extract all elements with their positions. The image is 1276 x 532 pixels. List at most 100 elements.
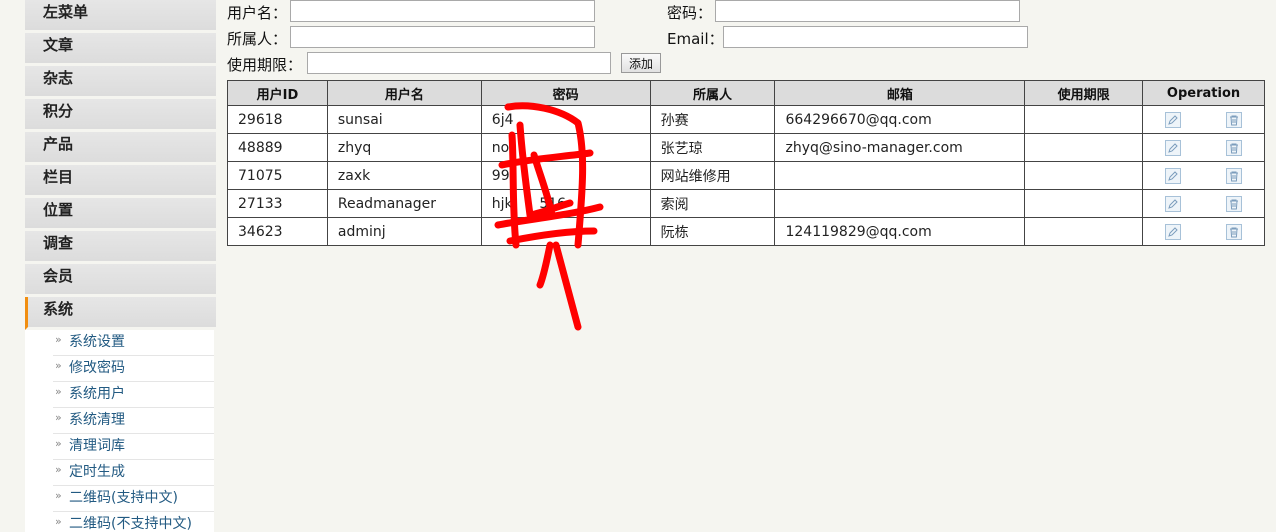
- menu-item-points[interactable]: 积分: [25, 99, 216, 132]
- cell-owner: 网站维修用: [649, 161, 776, 190]
- menu-item-articles[interactable]: 文章: [25, 33, 216, 66]
- cell-password: no: [480, 133, 651, 162]
- trash-icon[interactable]: [1225, 139, 1242, 156]
- edit-icon[interactable]: [1165, 223, 1182, 240]
- trash-icon[interactable]: [1225, 167, 1242, 184]
- system-submenu: » 系统设置 » 修改密码 » 系统用户 » 系统清理 » 清理词库 » 定时生成 » 二维码…: [25, 330, 214, 532]
- submenu-label: 二维码(支持中文): [69, 490, 178, 506]
- submenu-label: 定时生成: [69, 464, 125, 480]
- cell-user-id: 48889: [227, 133, 328, 162]
- submenu-qrcode-chinese[interactable]: » 二维码(支持中文): [53, 486, 214, 512]
- submenu-label: 系统设置: [69, 334, 125, 350]
- bullet-icon: »: [55, 515, 62, 528]
- col-header-user-id[interactable]: 用户ID: [227, 80, 328, 106]
- username-label: 用户名：: [227, 4, 288, 22]
- cell-username: Readmanager: [326, 189, 482, 218]
- menu-item-system[interactable]: 系统: [25, 297, 216, 330]
- cell-user-id: 27133: [227, 189, 328, 218]
- col-header-owner[interactable]: 所属人: [649, 80, 776, 106]
- cell-user-id: 71075: [227, 161, 328, 190]
- cell-user-id: 34623: [227, 217, 328, 246]
- submenu-change-password[interactable]: » 修改密码: [53, 356, 214, 382]
- edit-icon[interactable]: [1165, 167, 1182, 184]
- cell-operation: [1142, 105, 1265, 134]
- col-header-username[interactable]: 用户名: [326, 80, 482, 106]
- submenu-system-cleanup[interactable]: » 系统清理: [53, 408, 214, 434]
- table-row: 34623 adminj 阮栋 124119829@qq.com: [227, 217, 1265, 246]
- col-header-email[interactable]: 邮箱: [774, 80, 1026, 106]
- username-input[interactable]: [290, 0, 595, 22]
- cell-username: sunsai: [326, 105, 482, 134]
- table-row: 71075 zaxk 99 网站维修用: [227, 161, 1265, 190]
- bullet-icon: »: [55, 411, 62, 424]
- trash-icon[interactable]: [1225, 195, 1242, 212]
- menu-item-positions[interactable]: 位置: [25, 198, 216, 231]
- submenu-scheduled-generation[interactable]: » 定时生成: [53, 460, 214, 486]
- add-button[interactable]: 添加: [621, 53, 661, 73]
- bullet-icon: »: [55, 333, 62, 346]
- col-header-period[interactable]: 使用期限: [1024, 80, 1144, 106]
- bullet-icon: »: [55, 359, 62, 372]
- cell-username: zhyq: [326, 133, 482, 162]
- users-table: 用户ID 用户名 密码 所属人 邮箱 使用期限 Operation 29618 …: [227, 80, 1265, 246]
- cell-period: [1024, 189, 1144, 218]
- col-header-password[interactable]: 密码: [480, 80, 651, 106]
- cell-email: [774, 189, 1026, 218]
- cell-email: 664296670@qq.com: [774, 105, 1026, 134]
- owner-input[interactable]: [290, 26, 595, 48]
- cell-password: 99: [480, 161, 651, 190]
- period-input[interactable]: [307, 52, 611, 74]
- table-row: 27133 Readmanager hjk 516 索阅: [227, 189, 1265, 218]
- password-input[interactable]: [715, 0, 1020, 22]
- cell-operation: [1142, 217, 1265, 246]
- cell-email: [774, 161, 1026, 190]
- submenu-label: 系统清理: [69, 412, 125, 428]
- period-label: 使用期限：: [227, 56, 303, 74]
- cell-operation: [1142, 161, 1265, 190]
- menu-item-left-menu[interactable]: 左菜单: [25, 0, 216, 33]
- edit-icon[interactable]: [1165, 139, 1182, 156]
- table-row: 48889 zhyq no 张艺琼 zhyq@sino-manager.com: [227, 133, 1265, 162]
- edit-icon[interactable]: [1165, 195, 1182, 212]
- menu-item-members[interactable]: 会员: [25, 264, 216, 297]
- bullet-icon: »: [55, 489, 62, 502]
- cell-password: [480, 217, 651, 246]
- menu-item-surveys[interactable]: 调查: [25, 231, 216, 264]
- email-label: Email：: [667, 30, 724, 48]
- cell-operation: [1142, 133, 1265, 162]
- add-user-form: 用户名： 密码： 所属人： Email： 使用期限： 添加: [227, 0, 1267, 78]
- cell-period: [1024, 217, 1144, 246]
- menu-item-products[interactable]: 产品: [25, 132, 216, 165]
- cell-password: 6j4: [480, 105, 651, 134]
- submenu-system-users[interactable]: » 系统用户: [53, 382, 214, 408]
- cell-email: zhyq@sino-manager.com: [774, 133, 1026, 162]
- menu-item-magazines[interactable]: 杂志: [25, 66, 216, 99]
- submenu-clean-dictionary[interactable]: » 清理词库: [53, 434, 214, 460]
- cell-email: 124119829@qq.com: [774, 217, 1026, 246]
- bullet-icon: »: [55, 437, 62, 450]
- cell-period: [1024, 133, 1144, 162]
- cell-user-id: 29618: [227, 105, 328, 134]
- cell-owner: 孙赛: [649, 105, 776, 134]
- cell-username: zaxk: [326, 161, 482, 190]
- submenu-system-settings[interactable]: » 系统设置: [53, 330, 214, 356]
- cell-password: hjk 516: [480, 189, 651, 218]
- trash-icon[interactable]: [1225, 111, 1242, 128]
- edit-icon[interactable]: [1165, 111, 1182, 128]
- submenu-label: 清理词库: [69, 438, 125, 454]
- password-label: 密码：: [667, 4, 713, 22]
- menu-item-columns[interactable]: 栏目: [25, 165, 216, 198]
- email-input[interactable]: [723, 26, 1028, 48]
- trash-icon[interactable]: [1225, 223, 1242, 240]
- submenu-label: 系统用户: [69, 386, 125, 402]
- submenu-qrcode-no-chinese[interactable]: » 二维码(不支持中文): [53, 512, 214, 532]
- cell-period: [1024, 105, 1144, 134]
- cell-operation: [1142, 189, 1265, 218]
- owner-label: 所属人：: [227, 30, 288, 48]
- cell-owner: 索阅: [649, 189, 776, 218]
- cell-period: [1024, 161, 1144, 190]
- col-header-operation: Operation: [1142, 80, 1265, 106]
- cell-username: adminj: [326, 217, 482, 246]
- sidebar: 左菜单 文章 杂志 积分 产品 栏目 位置 调查 会员 系统 » 系统设置 » 修改…: [25, 0, 216, 532]
- table-row: 29618 sunsai 6j4 孙赛 664296670@qq.com: [227, 105, 1265, 134]
